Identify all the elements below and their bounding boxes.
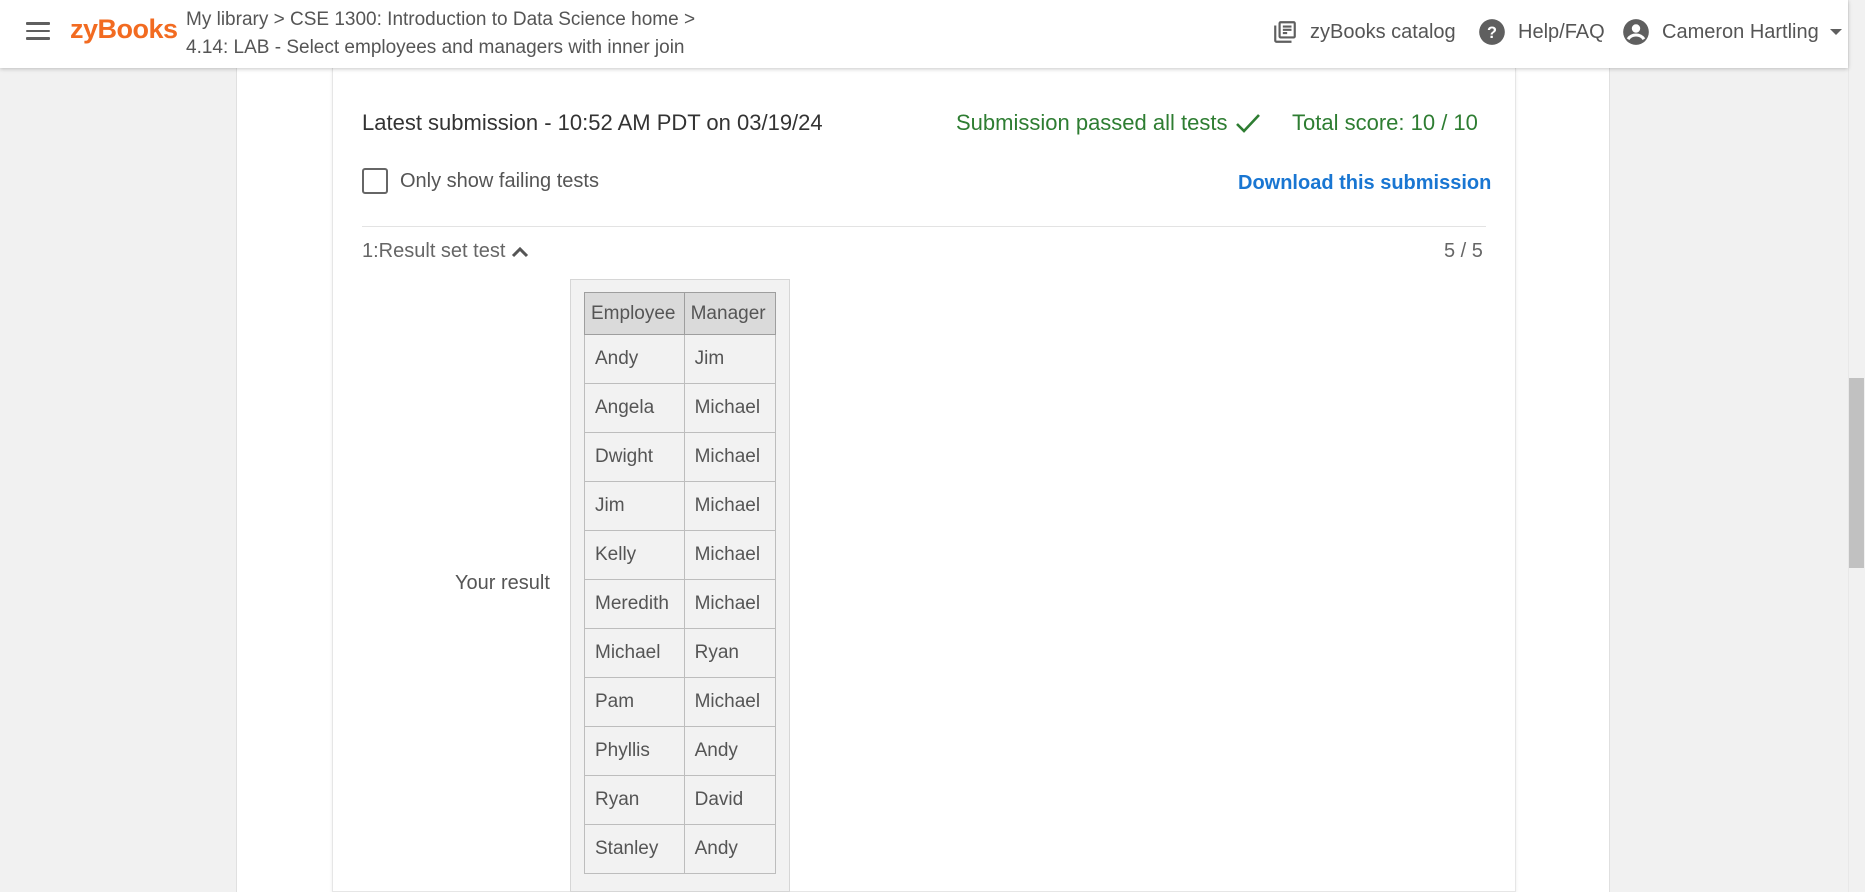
download-submission-link[interactable]: Download this submission: [1238, 172, 1491, 195]
table-header-row: Employee Manager: [584, 292, 777, 335]
only-failing-toggle[interactable]: Only show failing tests: [362, 168, 599, 194]
table-row: Stanley Andy: [584, 824, 777, 874]
column-header-manager: Manager: [683, 292, 777, 335]
employee-cell: Ryan: [584, 775, 685, 825]
total-score: Total score: 10 / 10: [1292, 110, 1478, 135]
account-circle-icon: [1623, 19, 1649, 45]
manager-cell: Andy: [683, 824, 777, 874]
scrollbar-thumb[interactable]: [1849, 378, 1864, 568]
user-name: Cameron Hartling: [1662, 20, 1819, 43]
employee-cell: Andy: [584, 334, 685, 384]
result-table: Employee Manager Andy Jim Angela Michael D…: [584, 292, 777, 874]
only-failing-label: Only show failing tests: [400, 169, 599, 192]
employee-cell: Michael: [584, 628, 685, 678]
latest-submission-text: Latest submission - 10:52 AM PDT on 03/1…: [362, 110, 823, 135]
manager-cell: Jim: [683, 334, 777, 384]
result-set-box: Employee Manager Andy Jim Angela Michael D…: [570, 279, 790, 892]
manager-cell: Michael: [683, 677, 777, 727]
table-row: Dwight Michael: [584, 432, 777, 482]
table-row: Phyllis Andy: [584, 726, 777, 776]
employee-cell: Pam: [584, 677, 685, 727]
manager-cell: David: [683, 775, 777, 825]
employee-cell: Meredith: [584, 579, 685, 629]
help-label: Help/FAQ: [1518, 20, 1605, 43]
employee-cell: Stanley: [584, 824, 685, 874]
table-row: Ryan David: [584, 775, 777, 825]
only-failing-checkbox[interactable]: [362, 168, 388, 194]
test-score: 5 / 5: [1444, 240, 1483, 262]
checkmark-icon: [1236, 114, 1261, 133]
table-row: Pam Michael: [584, 677, 777, 727]
breadcrumb-library-link[interactable]: My library > CSE 1300: Introduction to D…: [186, 9, 695, 30]
user-menu[interactable]: Cameron Hartling: [1622, 16, 1843, 48]
table-row: Kelly Michael: [584, 530, 777, 580]
manager-cell: Michael: [683, 530, 777, 580]
svg-text:?: ?: [1487, 24, 1497, 42]
employee-cell: Jim: [584, 481, 685, 531]
breadcrumb-current-section[interactable]: 4.14: LAB - Select employees and manager…: [186, 37, 685, 58]
table-row: Meredith Michael: [584, 579, 777, 629]
employee-cell: Angela: [584, 383, 685, 433]
table-row: Michael Ryan: [584, 628, 777, 678]
divider: [362, 226, 1486, 227]
your-result-label: Your result: [455, 572, 550, 594]
table-row: Angela Michael: [584, 383, 777, 433]
test-header-toggle[interactable]: 1:Result set test: [362, 240, 529, 263]
test-title: 1:Result set test: [362, 240, 506, 262]
employee-cell: Dwight: [584, 432, 685, 482]
help-icon: ?: [1479, 19, 1505, 45]
manager-cell: Ryan: [683, 628, 777, 678]
column-header-employee: Employee: [584, 292, 685, 335]
breadcrumb: My library > CSE 1300: Introduction to D…: [186, 6, 695, 62]
manager-cell: Michael: [683, 481, 777, 531]
employee-cell: Phyllis: [584, 726, 685, 776]
passed-status-text: Submission passed all tests: [956, 110, 1228, 135]
manager-cell: Michael: [683, 383, 777, 433]
catalog-link[interactable]: zyBooks catalog: [1272, 16, 1456, 48]
caret-down-icon: [1829, 29, 1842, 35]
table-row: Jim Michael: [584, 481, 777, 531]
top-bar: zyBooks My library > CSE 1300: Introduct…: [0, 0, 1848, 68]
table-row: Andy Jim: [584, 334, 777, 384]
passed-status: Submission passed all tests: [956, 110, 1261, 136]
menu-icon[interactable]: [26, 22, 50, 40]
chevron-up-icon: [512, 246, 529, 257]
catalog-label: zyBooks catalog: [1310, 20, 1456, 43]
zybooks-logo[interactable]: zyBooks: [70, 14, 178, 45]
help-link[interactable]: ? Help/FAQ: [1478, 16, 1605, 48]
manager-cell: Andy: [683, 726, 777, 776]
employee-cell: Kelly: [584, 530, 685, 580]
manager-cell: Michael: [683, 432, 777, 482]
library-books-icon: [1274, 21, 1296, 43]
manager-cell: Michael: [683, 579, 777, 629]
